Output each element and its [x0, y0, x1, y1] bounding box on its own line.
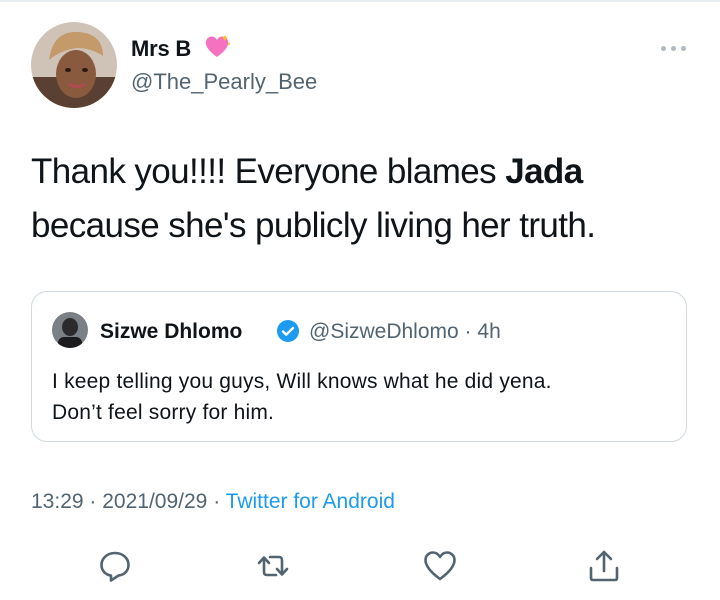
separator-dot: ·: [89, 490, 97, 513]
sparkling-heart-icon: [205, 35, 231, 57]
quoted-handle-line: @SizweDhlomo · 4h: [309, 320, 501, 344]
tweet-line: because she's publicly living her truth.: [31, 199, 691, 253]
quoted-tweet-card[interactable]: Sizwe Dhlomo @SizweDhlomo · 4h I keep te…: [31, 291, 687, 442]
quoted-author-handle: @SizweDhlomo: [309, 320, 459, 343]
more-options-button[interactable]: [655, 38, 691, 58]
quoted-author-name: Sizwe Dhlomo: [100, 320, 243, 343]
quoted-author-avatar: [52, 312, 88, 348]
share-icon: [589, 550, 619, 582]
tweet-meta: 13:29 · 2021/09/29 · Twitter for Android: [31, 490, 395, 514]
reply-icon: [100, 551, 130, 582]
top-divider: [0, 0, 720, 2]
author-avatar[interactable]: [31, 22, 117, 108]
more-dot-icon: [680, 45, 686, 51]
quoted-tweet-age: 4h: [477, 320, 501, 343]
share-button[interactable]: [586, 548, 622, 584]
more-dot-icon: [670, 45, 676, 51]
tweet-line: Thank you!!!! Everyone blames Jada: [31, 145, 691, 199]
tweet-text: Thank you!!!! Everyone blames Jada becau…: [31, 145, 691, 253]
quoted-text-line: Don’t feel sorry for him.: [52, 401, 275, 424]
tweet-text-segment: because she's publicly living her truth.: [31, 206, 596, 245]
tweet-date: 2021/09/29: [102, 490, 208, 513]
tweet-bold-keyword: Jada: [505, 152, 583, 191]
author-display-name[interactable]: Mrs B: [131, 36, 191, 62]
quoted-text-line: I keep telling you guys, Will knows what…: [52, 370, 552, 393]
like-icon: [424, 551, 456, 581]
author-handle[interactable]: @The_Pearly_Bee: [131, 69, 317, 95]
tweet-source-link[interactable]: Twitter for Android: [226, 490, 395, 513]
more-dot-icon: [660, 45, 666, 51]
separator-dot: ·: [464, 320, 472, 343]
retweet-button[interactable]: [255, 548, 291, 584]
like-button[interactable]: [422, 548, 458, 584]
retweet-icon: [257, 555, 289, 577]
reply-button[interactable]: [97, 548, 133, 584]
quoted-tweet-text: I keep telling you guys, Will knows what…: [52, 366, 672, 428]
separator-dot: ·: [213, 490, 221, 513]
verified-badge-icon: [277, 320, 299, 342]
tweet-time: 13:29: [31, 490, 84, 513]
tweet-text-segment: Thank you!!!! Everyone blames: [31, 152, 506, 191]
